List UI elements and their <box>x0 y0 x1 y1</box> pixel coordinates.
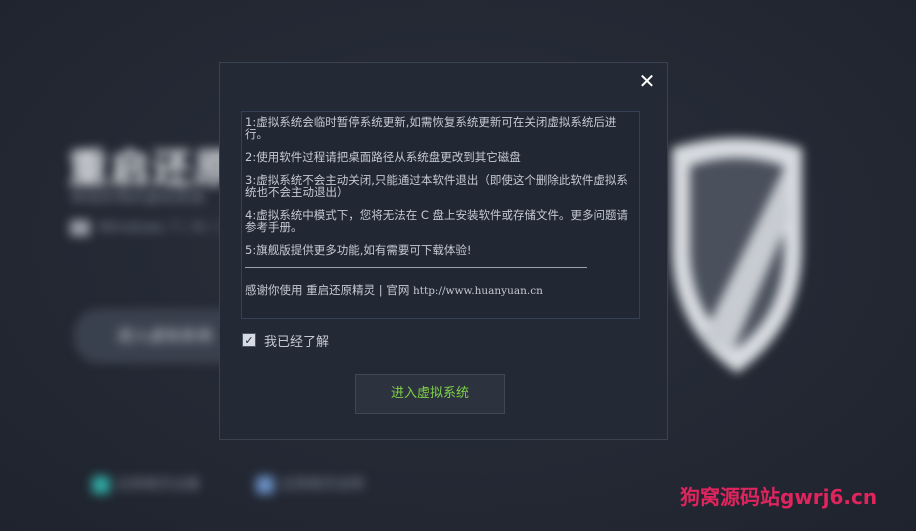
website-link[interactable]: http://www.huanyuan.cn <box>413 285 543 297</box>
notice-item-5: 5:旗舰版提供更多功能,如有需要可下载体验! <box>245 243 472 257</box>
thanks-text: 感谢你使用 重启还原精灵 | 官网 <box>245 283 410 297</box>
background-windows-label: Windows 7 / 8 / 10 <box>70 218 237 236</box>
background-footer-right: 还原精灵说明 <box>256 474 364 494</box>
settings-icon <box>92 476 110 494</box>
watermark: 狗窝源码站gwrj6.cn <box>680 485 878 509</box>
notice-dialog: ✕ 1:虚拟系统会临时暂停系统更新,如需恢复系统更新可在关闭虚拟系统后进行。 2… <box>219 62 668 440</box>
notice-item-3: 3:虚拟系统不会主动关闭,只能通过本软件退出（即使这个删除此软件虚拟系统也不会主… <box>245 173 628 199</box>
thanks-line: 感谢你使用 重启还原精灵 | 官网 http://www.huanyuan.cn <box>245 284 635 297</box>
shield-icon <box>672 138 802 373</box>
background-subtitle: 体验好用的虚拟系统 <box>70 188 206 206</box>
acknowledge-row: ✓ 我已经了解 <box>242 331 329 350</box>
acknowledge-checkbox[interactable]: ✓ <box>242 333 256 347</box>
notice-item-4: 4:虚拟系统中模式下，您将无法在 C 盘上安装软件或存储文件。更多问题请参考手册… <box>245 208 629 234</box>
notice-divider <box>245 267 587 268</box>
background-footer-left: 还原精灵设置 <box>92 474 200 494</box>
notice-item-1: 1:虚拟系统会临时暂停系统更新,如需恢复系统更新可在关闭虚拟系统后进行。 <box>245 115 617 141</box>
windows-label-text: Windows 7 / 8 / 10 <box>98 218 238 236</box>
windows-icon <box>70 219 90 236</box>
notice-box: 1:虚拟系统会临时暂停系统更新,如需恢复系统更新可在关闭虚拟系统后进行。 2:使… <box>241 111 640 319</box>
info-icon <box>256 476 274 494</box>
acknowledge-label[interactable]: 我已经了解 <box>264 331 329 350</box>
enter-virtual-system-button[interactable]: 进入虚拟系统 <box>355 374 505 414</box>
close-button[interactable]: ✕ <box>637 71 657 91</box>
notice-item-2: 2:使用软件过程请把桌面路径从系统盘更改到其它磁盘 <box>245 150 521 164</box>
checkmark-icon: ✓ <box>244 333 254 347</box>
